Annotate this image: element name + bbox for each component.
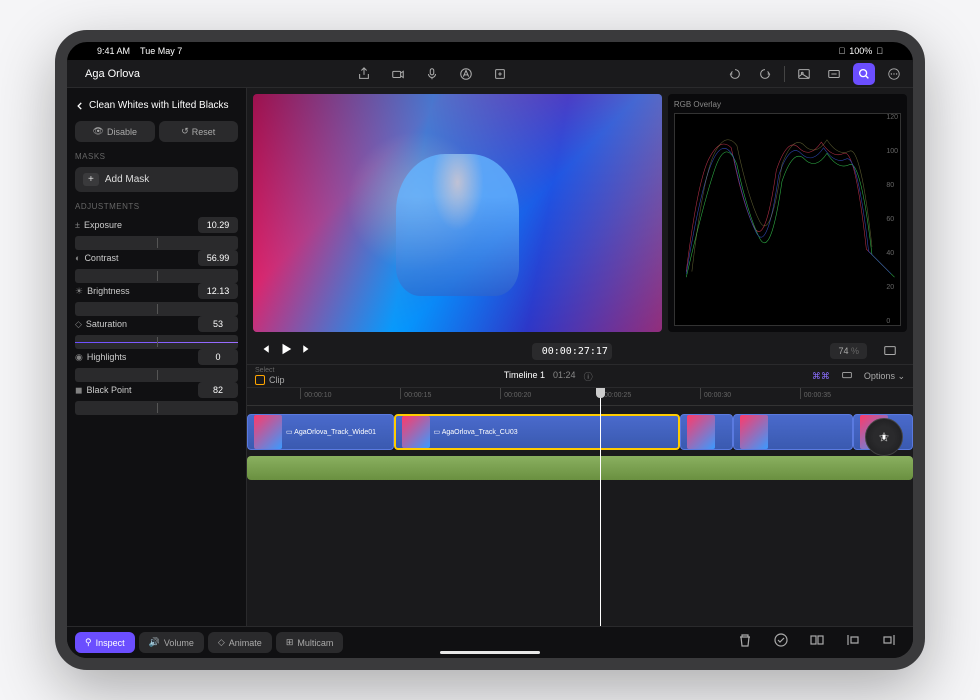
adj-black-point-value[interactable]: 82 — [198, 382, 238, 398]
animate-mode-button[interactable]: ◇Animate — [208, 632, 272, 653]
prev-frame-button[interactable] — [259, 342, 271, 361]
timeline-duration: 01:24 — [553, 370, 576, 383]
adj-black-point-slider[interactable] — [75, 401, 238, 415]
home-indicator[interactable] — [440, 651, 540, 654]
timeline-area[interactable]: 00:00:1000:00:1500:00:2000:00:2500:00:30… — [247, 388, 913, 626]
options-dropdown[interactable]: Options ⌄ — [864, 371, 905, 382]
audio-clip[interactable] — [247, 456, 913, 480]
multicam-mode-button[interactable]: ⊞Multicam — [276, 632, 344, 653]
voiceover-icon[interactable] — [421, 63, 443, 85]
timeline-clip[interactable] — [733, 414, 853, 450]
video-scopes: RGB Overlay 120100806040200 — [668, 94, 907, 332]
status-date: Tue May 7 — [140, 46, 182, 56]
split-icon[interactable] — [801, 628, 833, 657]
jog-wheel[interactable] — [865, 418, 903, 456]
adj-brightness-value[interactable]: 12.13 — [198, 283, 238, 299]
share-icon[interactable] — [353, 63, 375, 85]
battery-icon: 􀛨 — [876, 46, 883, 56]
masks-section-label: MASKS — [75, 152, 238, 161]
top-toolbar: Aga Orlova — [67, 60, 913, 88]
adj-saturation-value[interactable]: 53 — [198, 316, 238, 332]
adj-brightness-label: ☀ Brightness — [75, 286, 130, 297]
adj-exposure-slider[interactable] — [75, 236, 238, 250]
clip-label[interactable]: Clip — [269, 375, 285, 385]
inspect-mode-button[interactable]: ⚲Inspect — [75, 632, 135, 653]
adj-highlights-label: ◉ Highlights — [75, 352, 126, 363]
camera-icon[interactable] — [387, 63, 409, 85]
preset-back[interactable]: Clean Whites with Lifted Blacks — [75, 96, 238, 115]
zoom-level[interactable]: 74 % — [830, 343, 867, 359]
adj-highlights-slider[interactable] — [75, 368, 238, 382]
adj-saturation-slider[interactable] — [75, 335, 238, 349]
snap-icon[interactable] — [840, 368, 854, 384]
trim-start-icon[interactable] — [837, 628, 869, 657]
timeline-name: Timeline 1 — [504, 370, 545, 383]
text-icon[interactable] — [455, 63, 477, 85]
adj-highlights-value[interactable]: 0 — [198, 349, 238, 365]
back-button[interactable] — [75, 63, 79, 85]
delete-icon[interactable] — [729, 628, 761, 657]
inspector-sidebar: Clean Whites with Lifted Blacks 👁Disable… — [67, 88, 247, 626]
wifi-icon: 􀙇 — [838, 46, 845, 56]
timeline-ruler[interactable]: 00:00:1000:00:1500:00:2000:00:2500:00:30… — [247, 388, 913, 406]
reset-button[interactable]: ↺Reset — [159, 121, 239, 142]
video-viewer[interactable] — [253, 94, 662, 332]
media-icon[interactable] — [793, 63, 815, 85]
effects-icon[interactable] — [823, 63, 845, 85]
project-title: Aga Orlova — [85, 68, 140, 80]
export-icon[interactable] — [489, 63, 511, 85]
adj-exposure-value[interactable]: 10.29 — [198, 217, 238, 233]
enable-icon[interactable] — [765, 628, 797, 657]
adj-saturation-label: ◇ Saturation — [75, 319, 127, 330]
add-mask-button[interactable]: +Add Mask — [75, 167, 238, 192]
preset-name: Clean Whites with Lifted Blacks — [89, 100, 229, 111]
trim-end-icon[interactable] — [873, 628, 905, 657]
battery-pct: 100% — [849, 46, 872, 56]
adj-black-point-label: ◼ Black Point — [75, 385, 132, 396]
redo-icon[interactable] — [754, 63, 776, 85]
timeline-clip[interactable]: ▭ AgaOrlova_Track_Wide01 — [247, 414, 394, 450]
adj-contrast-slider[interactable] — [75, 269, 238, 283]
scope-title: RGB Overlay — [674, 100, 901, 109]
adj-brightness-slider[interactable] — [75, 302, 238, 316]
timeline-info-icon[interactable]: ⓘ — [584, 370, 593, 383]
adj-contrast-value[interactable]: 56.99 — [198, 250, 238, 266]
adjustments-section-label: ADJUSTMENTS — [75, 202, 238, 211]
audio-track[interactable] — [247, 454, 913, 482]
transport-bar: 00:00:27:17 74 % — [247, 338, 913, 364]
disable-button[interactable]: 👁Disable — [75, 121, 155, 142]
status-bar: 9:41 AM Tue May 7 􀙇 100% 􀛨 — [67, 42, 913, 60]
adj-contrast-label: ◐ Contrast — [75, 253, 118, 263]
more-icon[interactable] — [883, 63, 905, 85]
link-icon[interactable]: ⌘⌘ — [812, 371, 830, 382]
inspector-toggle[interactable] — [853, 63, 875, 85]
video-track[interactable]: ▭ AgaOrlova_Track_Wide01▭ AgaOrlova_Trac… — [247, 412, 913, 452]
status-time: 9:41 AM — [97, 46, 130, 56]
timeline-clip[interactable]: ▭ AgaOrlova_Track_CU03 — [394, 414, 680, 450]
timeline-clip[interactable] — [680, 414, 733, 450]
adj-exposure-label: ± Exposure — [75, 220, 122, 230]
fullscreen-icon[interactable] — [879, 340, 901, 362]
timecode-display[interactable]: 00:00:27:17 — [532, 343, 612, 360]
undo-icon[interactable] — [724, 63, 746, 85]
next-frame-button[interactable] — [301, 342, 313, 361]
volume-mode-button[interactable]: 🔊Volume — [139, 632, 204, 653]
clip-badge-icon — [255, 375, 265, 385]
playhead[interactable] — [600, 388, 601, 626]
timeline-header: Select Clip Timeline 1 01:24 ⓘ ⌘ — [247, 364, 913, 388]
play-button[interactable] — [279, 342, 293, 361]
